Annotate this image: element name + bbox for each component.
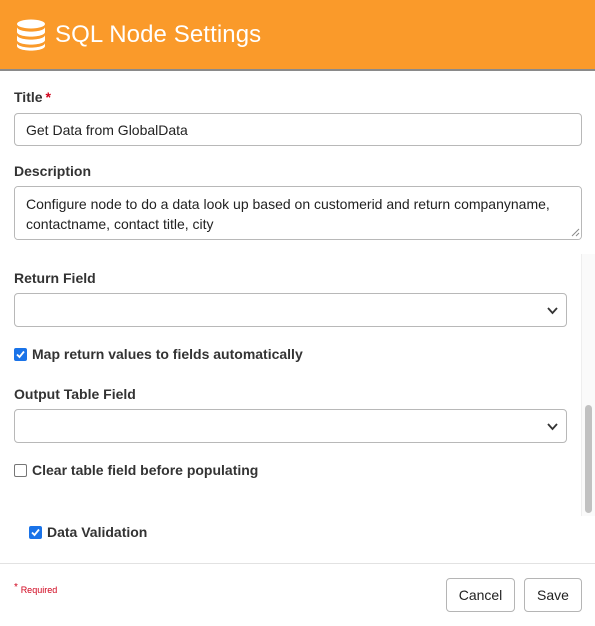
return-field-select[interactable]: [14, 293, 567, 327]
output-table-select[interactable]: [14, 409, 567, 443]
cancel-button[interactable]: Cancel: [446, 578, 515, 612]
chevron-down-icon: [547, 307, 558, 315]
map-return-label: Map return values to fields automaticall…: [32, 346, 303, 362]
required-note: * Required: [14, 582, 57, 596]
required-note-text: Required: [20, 585, 58, 595]
title-label-text: Title: [14, 89, 43, 105]
clear-table-checkbox[interactable]: [14, 463, 27, 477]
resize-grip-icon[interactable]: [570, 227, 580, 237]
description-label: Description: [14, 163, 92, 179]
data-validation-checkbox-row[interactable]: Data Validation: [29, 524, 147, 540]
data-validation-checkbox[interactable]: [29, 525, 42, 539]
database-icon: [17, 19, 45, 51]
return-field-label: Return Field: [14, 270, 96, 286]
title-label: Title *: [14, 89, 51, 105]
checkmark-icon: [31, 528, 40, 536]
output-table-label: Output Table Field: [14, 386, 136, 402]
required-note-star: *: [14, 582, 18, 593]
description-textarea[interactable]: Configure node to do a data look up base…: [14, 186, 582, 240]
save-button[interactable]: Save: [524, 578, 582, 612]
map-return-checkbox-row[interactable]: Map return values to fields automaticall…: [14, 346, 303, 362]
data-validation-label: Data Validation: [47, 524, 148, 540]
checkmark-icon: [16, 350, 25, 358]
chevron-down-icon: [547, 423, 558, 431]
required-star: *: [45, 89, 51, 105]
clear-table-checkbox-row[interactable]: Clear table field before populating: [14, 462, 258, 478]
dialog-title: SQL Node Settings: [55, 20, 262, 48]
title-input[interactable]: [14, 113, 582, 146]
scrollbar-thumb[interactable]: [585, 405, 592, 513]
dialog-header: SQL Node Settings: [0, 0, 595, 71]
map-return-checkbox[interactable]: [14, 347, 27, 361]
clear-table-label: Clear table field before populating: [32, 462, 259, 478]
footer-divider: [0, 563, 595, 564]
